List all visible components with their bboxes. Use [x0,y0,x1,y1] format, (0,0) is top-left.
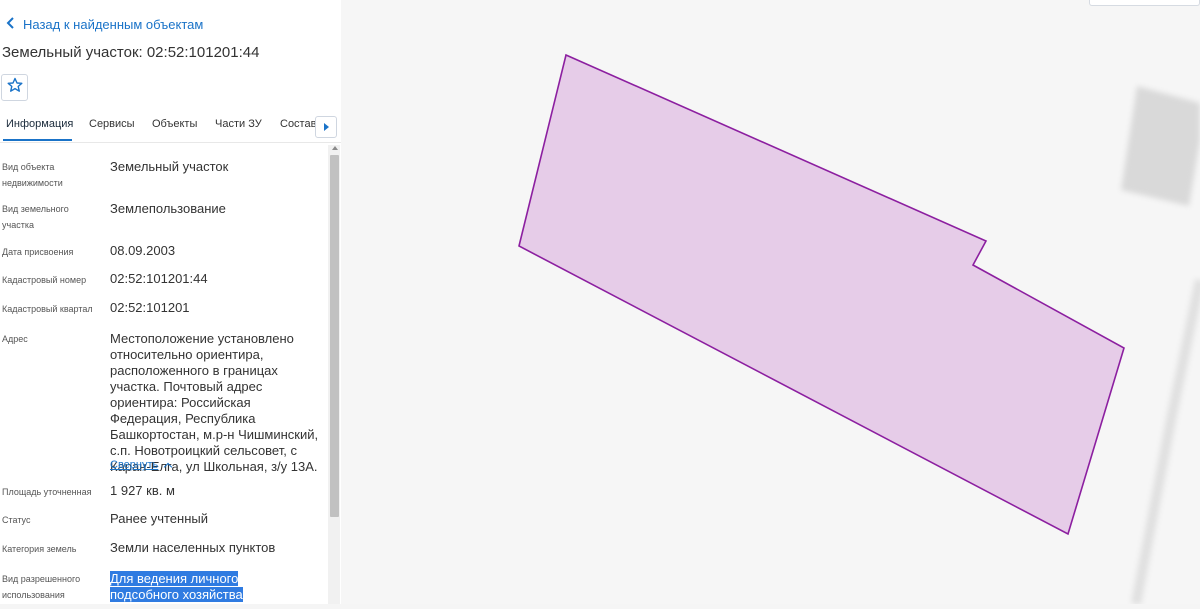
field-label-parcel-type: Вид земельного участка [2,204,69,230]
collapse-label: Свернуть [110,459,159,471]
field-value-status: Ранее учтенный [110,511,208,526]
field-value-land-category: Земли населенных пунктов [110,540,276,555]
field-label-land-category: Категория земель [2,544,77,554]
field-label-assign-date: Дата присвоения [2,247,74,257]
field-value-assign-date: 08.09.2003 [110,243,176,258]
tab-info[interactable]: Информация [6,118,73,130]
object-info-panel: Назад к найденным объектам Земельный уча… [0,0,342,604]
page-title: Земельный участок: 02:52:101201:44 [2,44,260,61]
tab-services[interactable]: Сервисы [89,118,135,130]
selected-text: Для ведения личного подсобного хозяйства [110,571,243,602]
tab-parcel-parts[interactable]: Части ЗУ [215,118,262,130]
field-value-object-type: Земельный участок [110,159,229,174]
field-label-permitted-use: Вид разрешенного использования [2,574,81,600]
field-label-cadastral-quarter: Кадастровый квартал [2,304,93,314]
field-value-permitted-use: Для ведения личного подсобного хозяйства [110,571,310,603]
triangle-right-icon [323,123,329,131]
field-label-area: Площадь уточненная [2,487,92,497]
field-value-cadastral-quarter: 02:52:101201 [110,300,190,315]
field-value-address: Местоположение установлено относительно … [110,331,319,474]
map-canvas[interactable] [341,0,1200,605]
map-control-edge[interactable] [1089,0,1200,6]
field-label-status: Статус [2,515,31,525]
field-label-object-type: Вид объекта недвижимости [2,162,63,188]
tab-bar: Информация Сервисы Объекты Части ЗУ Сост… [0,110,341,143]
tab-objects[interactable]: Объекты [152,118,197,130]
scrollbar-thumb[interactable] [330,155,339,517]
star-outline-icon [7,77,23,98]
field-value-cadastral-number: 02:52:101201:44 [110,271,208,286]
map-svg [518,53,1200,605]
collapse-address-link[interactable]: Свернуть [110,457,173,473]
chevron-left-icon [6,16,20,32]
scroll-up-arrow-icon[interactable] [332,146,338,150]
field-value-area: 1 927 кв. м [110,483,175,498]
back-link-label: Назад к найденным объектам [23,16,204,32]
map-road [1131,278,1200,605]
active-tab-indicator [3,139,72,141]
field-label-address: Адрес [2,334,28,344]
tab-composition[interactable]: Состав [280,118,316,130]
field-label-cadastral-number: Кадастровый номер [2,275,87,285]
land-parcel-polygon[interactable] [518,53,1125,536]
chevron-up-icon [164,462,173,471]
back-to-results-link[interactable]: Назад к найденным объектам [6,14,203,34]
tabs-scroll-right-button[interactable] [315,116,337,138]
field-value-parcel-type: Землепользование [110,201,226,216]
favorite-button[interactable] [1,74,28,101]
neighbor-building [1121,86,1200,206]
